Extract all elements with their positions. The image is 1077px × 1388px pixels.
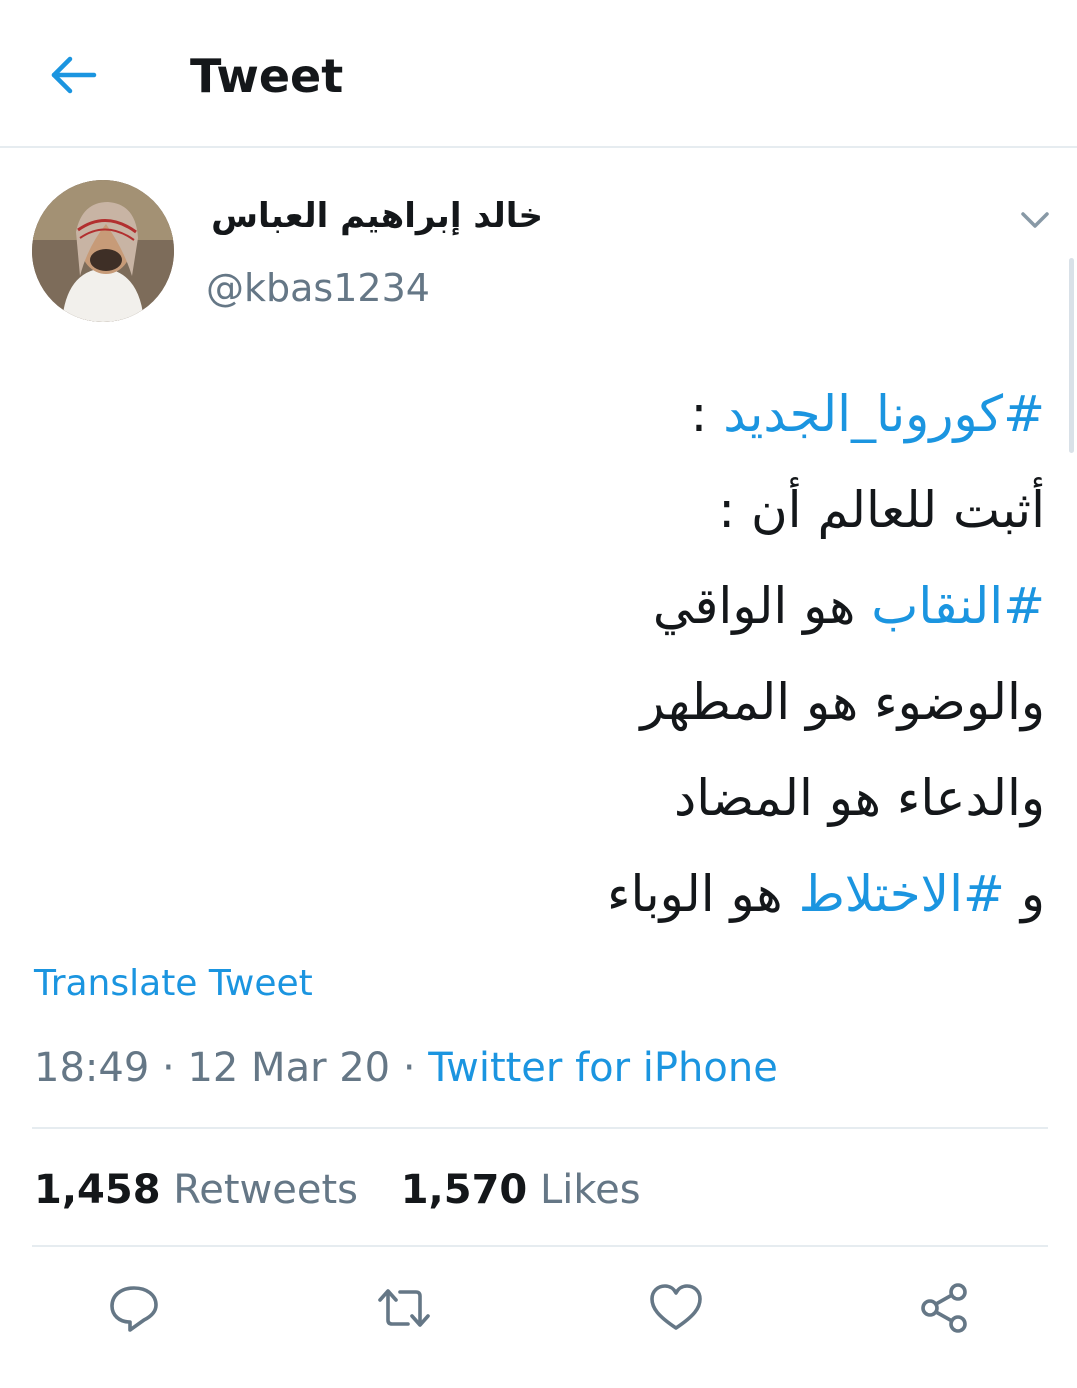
author-display-name[interactable]: خالد إبراهيم العباس xyxy=(211,192,543,240)
reply-icon xyxy=(110,1286,158,1332)
likes-label: Likes xyxy=(539,1167,641,1213)
retweet-icon xyxy=(378,1289,430,1327)
hashtag-link[interactable]: #الاختلاط xyxy=(799,865,1005,923)
reply-button[interactable] xyxy=(106,1280,162,1336)
avatar-photo xyxy=(32,180,174,322)
tweet-date: 12 Mar 20 xyxy=(187,1045,391,1091)
tweet-text-segment: و xyxy=(1004,865,1045,923)
tweet-text-segment: والوضوء هو المطهر xyxy=(640,673,1045,731)
avatar[interactable] xyxy=(32,180,174,322)
tweet-meta: 18:49 · 12 Mar 20 · Twitter for iPhone xyxy=(34,1042,778,1094)
scroll-indicator xyxy=(1069,258,1074,453)
tweet-text-segment: هو الواقي xyxy=(652,577,872,635)
translate-tweet-link[interactable]: Translate Tweet xyxy=(34,960,313,1008)
tweet-text-segment: هو الوباء xyxy=(606,865,799,923)
back-button[interactable] xyxy=(46,50,102,100)
tweet-text-segment: : xyxy=(690,385,724,443)
meta-separator: · xyxy=(162,1045,175,1091)
tweet-line: والدعاء هو المضاد xyxy=(45,750,1045,846)
likes-stat[interactable]: 1,570 Likes xyxy=(401,1167,641,1213)
tweet-text-segment: أثبت للعالم أن : xyxy=(718,481,1045,539)
likes-count: 1,570 xyxy=(400,1167,528,1213)
tweet-line: والوضوء هو المطهر xyxy=(45,654,1045,750)
tweet-line: #النقاب هو الواقي xyxy=(45,558,1045,654)
tweet-stats: 1,458 Retweets 1,570 Likes xyxy=(34,1164,671,1216)
hashtag-link[interactable]: #النقاب xyxy=(871,577,1045,635)
like-button[interactable] xyxy=(648,1280,704,1336)
retweets-count: 1,458 xyxy=(34,1167,161,1213)
tweet-text-segment: والدعاء هو المضاد xyxy=(674,769,1045,827)
arrow-left-icon xyxy=(51,56,97,94)
tweet-source-link[interactable]: Twitter for iPhone xyxy=(428,1045,778,1091)
share-icon xyxy=(921,1283,967,1333)
tweet-line: و #الاختلاط هو الوباء xyxy=(45,846,1045,942)
top-bar: Tweet xyxy=(0,0,1077,148)
hashtag-link[interactable]: #كورونا_الجديد xyxy=(723,385,1045,443)
page-title: Tweet xyxy=(190,49,344,103)
like-icon xyxy=(650,1284,702,1330)
chevron-down-icon xyxy=(1021,212,1049,228)
tweet-text: #كورونا_الجديد : أثبت للعالم أن : #النقاب … xyxy=(45,366,1045,942)
divider xyxy=(32,1127,1048,1129)
tweet-time: 18:49 xyxy=(34,1045,150,1091)
retweets-stat[interactable]: 1,458 Retweets xyxy=(34,1167,358,1213)
tweet-line: #كورونا_الجديد : xyxy=(45,366,1045,462)
tweet-menu-button[interactable] xyxy=(1016,204,1054,236)
retweets-label: Retweets xyxy=(173,1167,358,1213)
divider xyxy=(32,1245,1048,1247)
tweet-line: أثبت للعالم أن : xyxy=(45,462,1045,558)
share-button[interactable] xyxy=(916,1280,972,1336)
meta-separator: · xyxy=(402,1045,416,1091)
retweet-button[interactable] xyxy=(376,1280,432,1336)
author-handle[interactable]: @kbas1234 xyxy=(206,262,430,314)
